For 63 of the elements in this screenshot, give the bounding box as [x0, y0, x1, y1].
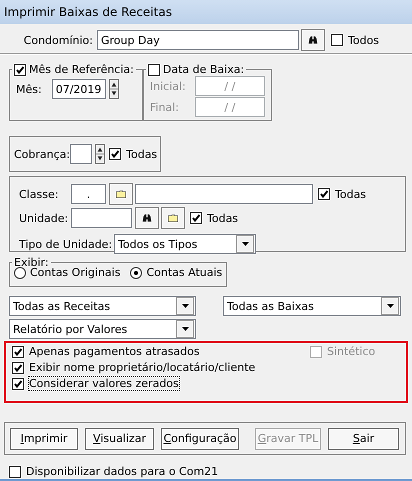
- binoculars-icon: [142, 212, 152, 224]
- checkbox[interactable]: [9, 466, 21, 478]
- window-title: Imprimir Baixas de Receitas: [0, 0, 412, 24]
- dialog-button[interactable]: Visualizar: [85, 428, 154, 450]
- checkbox-label: Todas: [126, 148, 158, 160]
- dropdown-arrow-icon[interactable]: [182, 327, 188, 331]
- dropdown[interactable]: Todas as Baixas: [223, 296, 401, 316]
- input-field[interactable]: [70, 144, 92, 164]
- search-button[interactable]: [135, 207, 159, 229]
- search-button[interactable]: [301, 29, 325, 51]
- radio-label: Contas Atuais: [146, 266, 222, 279]
- checkbox[interactable]: [12, 346, 24, 358]
- checkbox-label: Todas: [207, 212, 238, 224]
- field-label: Final:: [150, 100, 179, 114]
- checkbox-label: Todos: [348, 34, 380, 46]
- checkbox-label: Todas: [335, 188, 366, 200]
- field-label: Cobrança:: [14, 148, 70, 160]
- radio-button[interactable]: [130, 266, 142, 278]
- dialog-button[interactable]: Configuração: [161, 428, 239, 450]
- dropdown[interactable]: Todos os Tipos: [114, 234, 256, 254]
- field-label: Tipo de Unidade:: [19, 238, 114, 250]
- input-field[interactable]: Group Day: [97, 30, 299, 50]
- dropdown-arrow-icon[interactable]: [386, 304, 394, 308]
- checkbox[interactable]: [14, 64, 26, 76]
- input-field[interactable]: [135, 184, 313, 204]
- dialog-button[interactable]: Sair: [328, 428, 399, 450]
- checkbox[interactable]: [12, 378, 24, 390]
- input-field[interactable]: [71, 208, 132, 228]
- checkbox-label: Considerar valores zerados: [29, 377, 179, 390]
- field-label: Condomínio:: [22, 34, 93, 46]
- dropdown-arrow-icon[interactable]: [182, 304, 188, 308]
- checkbox-label: Apenas pagamentos atrasados: [29, 345, 200, 358]
- binoculars-icon: [308, 34, 318, 46]
- folder-icon: [116, 188, 126, 200]
- field-label: Inicial:: [150, 80, 186, 92]
- checkbox-label: Exibir nome proprietário/locatário/cliente: [29, 361, 256, 374]
- field-label: Unidade:: [19, 212, 70, 224]
- folder-icon: [168, 212, 178, 224]
- spinner-icon[interactable]: [108, 79, 119, 99]
- checkbox[interactable]: [190, 212, 202, 224]
- input-field[interactable]: 07/2019: [52, 79, 106, 99]
- radio-label: Contas Originais: [30, 266, 120, 279]
- input-field[interactable]: .: [71, 184, 106, 204]
- spinner-icon[interactable]: [95, 144, 106, 164]
- checkbox[interactable]: [12, 362, 24, 374]
- group-title: Exibir:: [14, 256, 49, 269]
- dropdown[interactable]: Todas as Receitas: [9, 296, 196, 316]
- checkbox[interactable]: [148, 64, 160, 76]
- field-label: Classe:: [19, 188, 60, 200]
- dropdown-arrow-icon[interactable]: [242, 242, 248, 246]
- checkbox-label: Disponibilizar dados para o Com21: [26, 465, 218, 478]
- checkbox[interactable]: [109, 148, 122, 160]
- field-label: Mês:: [16, 82, 42, 96]
- dropdown[interactable]: Relatório por Valores: [9, 319, 196, 339]
- group-title: Data de Baixa:: [162, 63, 244, 76]
- checkbox-label: Sintético: [327, 345, 376, 358]
- checkbox[interactable]: [331, 34, 343, 46]
- radio-button[interactable]: [14, 266, 26, 278]
- dialog-button[interactable]: Imprimir: [10, 428, 78, 450]
- folder-button[interactable]: [109, 183, 133, 205]
- folder-button[interactable]: [161, 207, 185, 229]
- group-title: Mês de Referência:: [29, 63, 134, 76]
- checkbox[interactable]: [318, 188, 330, 200]
